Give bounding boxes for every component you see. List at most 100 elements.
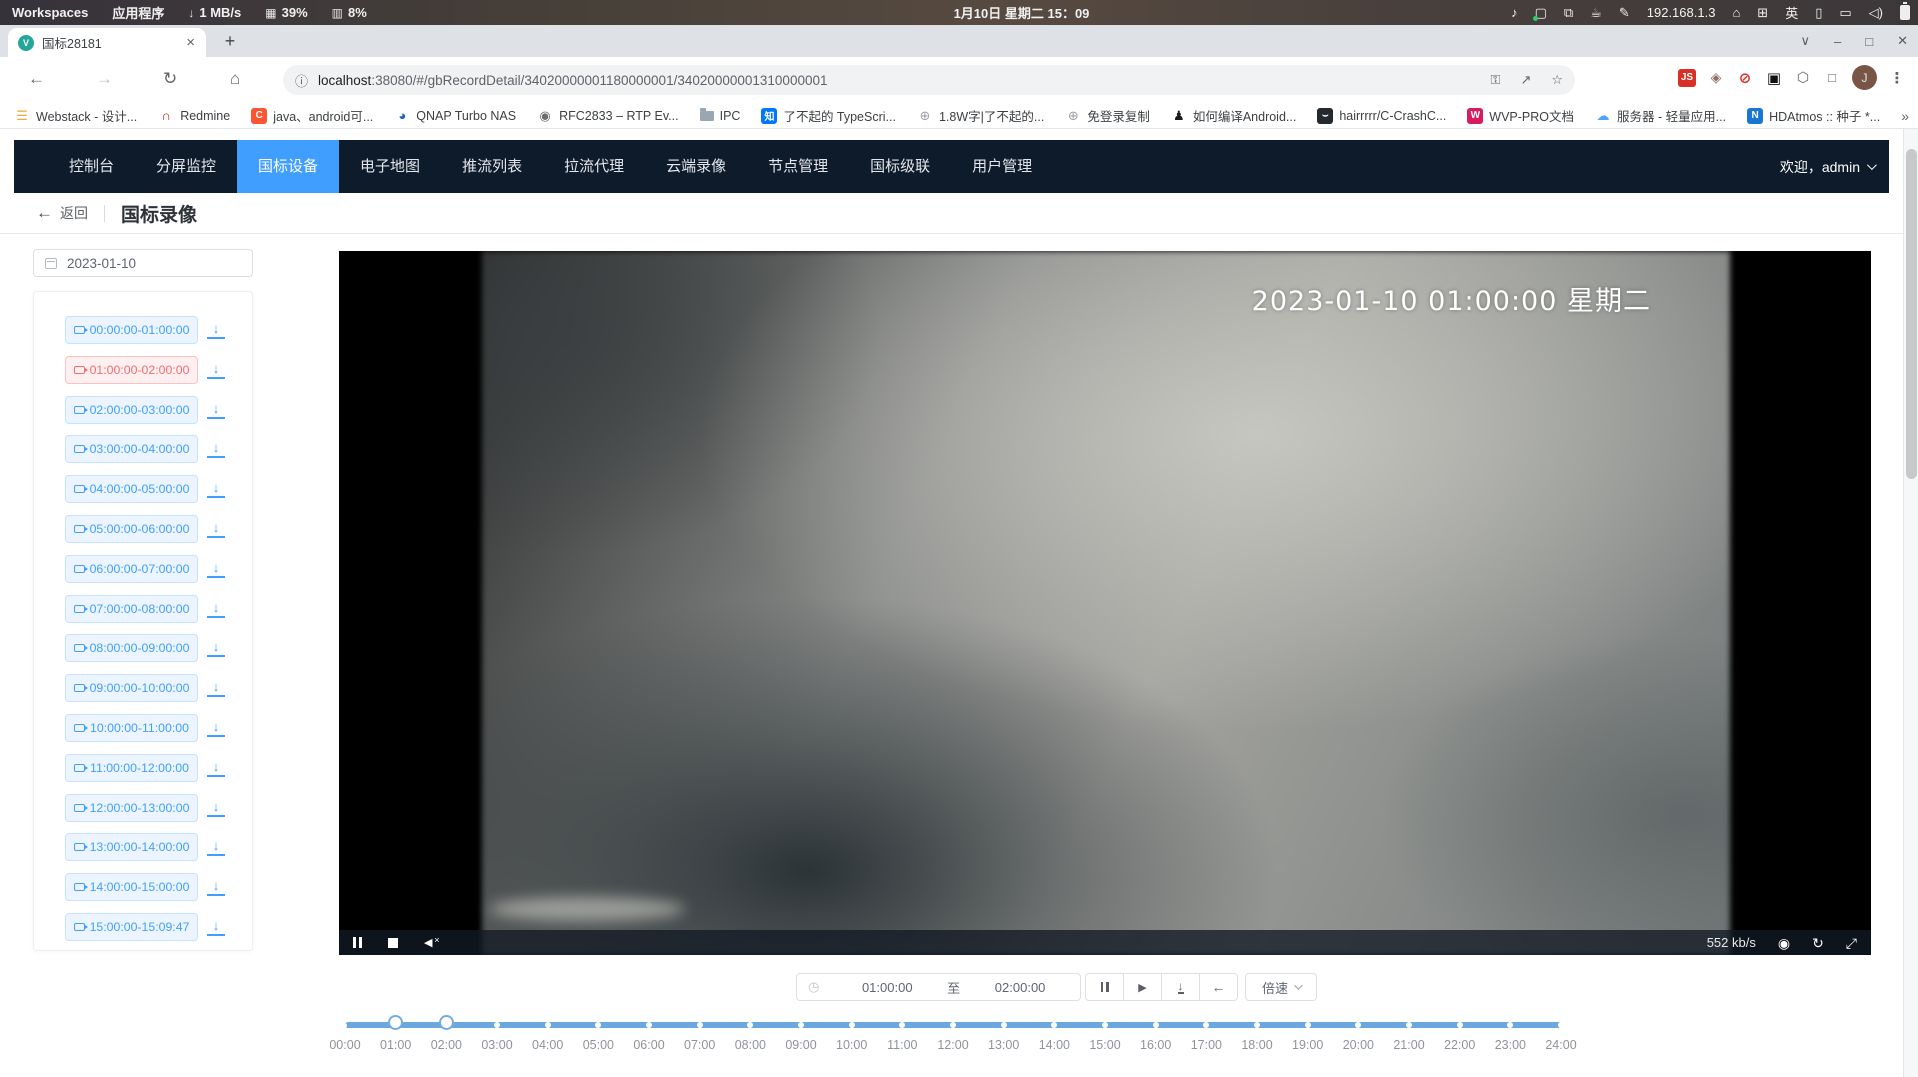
tab-close-icon[interactable]: × <box>183 35 198 50</box>
back-button[interactable]: 返回 <box>60 203 88 223</box>
pen-icon[interactable]: ✎ <box>1619 5 1630 21</box>
recording-segment-button[interactable]: 13:00:00-14:00:00 <box>65 833 198 861</box>
recording-segment-button[interactable]: 00:00:00-01:00:00 <box>65 316 198 344</box>
password-key-icon[interactable]: ⚿ <box>1491 72 1501 88</box>
tablet-icon[interactable]: ▯ <box>1815 5 1822 21</box>
bookmark-star-icon[interactable]: ☆ <box>1551 72 1563 88</box>
recording-segment-button[interactable]: 01:00:00-02:00:00 <box>65 356 198 384</box>
window-minimize-icon[interactable]: – <box>1834 34 1841 49</box>
browser-tab[interactable]: V 国标28181 × <box>8 28 206 57</box>
date-picker-input[interactable]: 2023-01-10 <box>33 249 253 277</box>
download-icon[interactable]: ↓ <box>207 560 225 578</box>
ext-frame-icon[interactable]: □ <box>1823 69 1841 87</box>
bookmark-item[interactable]: ⊕1.8W字|了不起的... <box>917 106 1044 125</box>
bookmark-item[interactable]: ⌣hairrrrr/C-CrashC... <box>1317 108 1446 124</box>
forward-icon[interactable]: → <box>96 69 113 89</box>
timeline-stop-dot[interactable] <box>1001 1022 1007 1028</box>
applications-button[interactable]: 应用程序 <box>112 3 164 22</box>
download-icon[interactable]: ↓ <box>207 838 225 856</box>
clock[interactable]: 1月10日 星期二 15：09 <box>954 0 1090 25</box>
download-icon[interactable]: ↓ <box>207 321 225 339</box>
timeline-stop-dot[interactable] <box>950 1022 956 1028</box>
nav-item-国标设备[interactable]: 国标设备 <box>237 140 339 193</box>
download-icon[interactable]: ↓ <box>207 401 225 419</box>
bookmark-item[interactable]: ∩Redmine <box>158 108 230 124</box>
tab-search-chevron-icon[interactable]: ∨ <box>1800 33 1810 49</box>
bookmark-item[interactable]: ◉RFC2833 – RTP Ev... <box>537 108 679 124</box>
ip-address[interactable]: 192.168.1.3 <box>1647 5 1716 20</box>
recording-segment-button[interactable]: 10:00:00-11:00:00 <box>65 714 198 742</box>
bookmark-item[interactable]: Cjava、android可... <box>251 106 373 125</box>
recording-segment-button[interactable]: 07:00:00-08:00:00 <box>65 595 198 623</box>
player-mute-icon[interactable]: ◀ <box>424 936 432 949</box>
recording-segment-button[interactable]: 03:00:00-04:00:00 <box>65 435 198 463</box>
bookmark-item[interactable]: ♟如何编译Android... <box>1171 106 1297 125</box>
timeline-stop-dot[interactable] <box>342 1023 347 1028</box>
scrollbar-thumb[interactable] <box>1906 149 1917 479</box>
timeline-stop-dot[interactable] <box>1254 1022 1260 1028</box>
recording-segment-button[interactable]: 11:00:00-12:00:00 <box>65 754 198 782</box>
timeline-stop-dot[interactable] <box>646 1022 652 1028</box>
window-close-icon[interactable]: ✕ <box>1897 33 1908 49</box>
workspaces-button[interactable]: Workspaces <box>12 5 88 20</box>
bookmark-item[interactable]: NHDAtmos :: 种子 *... <box>1747 106 1880 125</box>
snapshot-icon[interactable]: ◉ <box>1778 936 1790 950</box>
download-icon[interactable]: ↓ <box>207 719 225 737</box>
bookmark-item[interactable]: IPC <box>700 109 741 123</box>
end-time-input[interactable]: 02:00:00 <box>960 980 1080 995</box>
recording-segment-button[interactable]: 14:00:00-15:00:00 <box>65 873 198 901</box>
bookmark-item[interactable]: WWVP-PRO文档 <box>1467 106 1574 125</box>
home-icon[interactable]: ⌂ <box>1732 5 1740 20</box>
back-icon[interactable]: ← <box>28 69 45 89</box>
pause-button[interactable] <box>1085 973 1124 1001</box>
fullscreen-icon[interactable]: ⤢ <box>1846 936 1857 950</box>
nav-item-推流列表[interactable]: 推流列表 <box>441 140 543 193</box>
user-menu[interactable]: 欢迎，admin <box>1780 140 1874 193</box>
speed-dropdown[interactable]: 倍速 <box>1245 973 1317 1001</box>
recording-segment-button[interactable]: 15:00:00-15:09:47 <box>65 913 198 941</box>
download-icon[interactable]: ↓ <box>207 480 225 498</box>
download-icon[interactable]: ↓ <box>207 440 225 458</box>
extensions-puzzle-icon[interactable]: ⬡ <box>1794 69 1812 87</box>
start-time-input[interactable]: 01:00:00 <box>827 980 947 995</box>
window-maximize-icon[interactable]: □ <box>1865 34 1873 49</box>
share-icon[interactable]: ↗ <box>1520 72 1531 88</box>
recording-segment-button[interactable]: 09:00:00-10:00:00 <box>65 674 198 702</box>
player-stop-icon[interactable] <box>388 938 398 948</box>
bookmark-item[interactable]: ⊕免登录复制 <box>1065 106 1150 125</box>
download-icon[interactable]: ↓ <box>207 600 225 618</box>
player-refresh-icon[interactable]: ↻ <box>1812 936 1824 950</box>
home-button-icon[interactable]: ⌂ <box>230 69 240 89</box>
site-info-icon[interactable]: ⓘ <box>295 71 308 90</box>
timeline-stop-dot[interactable] <box>545 1022 551 1028</box>
ext-seal-icon[interactable]: ◈ <box>1707 69 1725 87</box>
input-language-indicator[interactable]: 英 <box>1785 3 1798 22</box>
new-tab-button[interactable]: + <box>218 29 242 53</box>
recording-segment-button[interactable]: 12:00:00-13:00:00 <box>65 794 198 822</box>
download-icon[interactable]: ↓ <box>207 759 225 777</box>
bookmark-item[interactable]: ☁服务器 - 轻量应用... <box>1595 106 1726 125</box>
recording-segment-button[interactable]: 06:00:00-07:00:00 <box>65 555 198 583</box>
timeline-stop-dot[interactable] <box>1457 1022 1463 1028</box>
app-window-icon[interactable]: ▢ <box>1535 5 1547 21</box>
recording-segment-button[interactable]: 05:00:00-06:00:00 <box>65 515 198 543</box>
bookmark-item[interactable]: ◕QNAP Turbo NAS <box>394 108 516 124</box>
nav-item-云端录像[interactable]: 云端录像 <box>645 140 747 193</box>
timeline-stop-dot[interactable] <box>1102 1022 1108 1028</box>
url-bar[interactable]: ⓘ localhost:38080/#/gbRecordDetail/34020… <box>283 65 1575 95</box>
nav-item-用户管理[interactable]: 用户管理 <box>951 140 1053 193</box>
seek-back-button[interactable]: ← <box>1199 973 1238 1001</box>
app-grid-icon[interactable]: ⊞ <box>1757 5 1768 21</box>
recording-segment-button[interactable]: 02:00:00-03:00:00 <box>65 396 198 424</box>
timeline-stop-dot[interactable] <box>697 1022 703 1028</box>
download-icon[interactable]: ↓ <box>207 918 225 936</box>
browser-menu-icon[interactable]: ⋮ <box>1888 69 1906 87</box>
download-icon[interactable]: ↓ <box>207 679 225 697</box>
reload-icon[interactable]: ↻ <box>163 69 177 89</box>
nav-item-国标级联[interactable]: 国标级联 <box>849 140 951 193</box>
display-icon[interactable]: ▭ <box>1839 5 1851 21</box>
timeline-stop-dot[interactable] <box>494 1022 500 1028</box>
download-icon[interactable]: ↓ <box>207 361 225 379</box>
battery-icon[interactable] <box>1900 5 1910 20</box>
back-arrow-icon[interactable]: ← <box>36 203 53 223</box>
